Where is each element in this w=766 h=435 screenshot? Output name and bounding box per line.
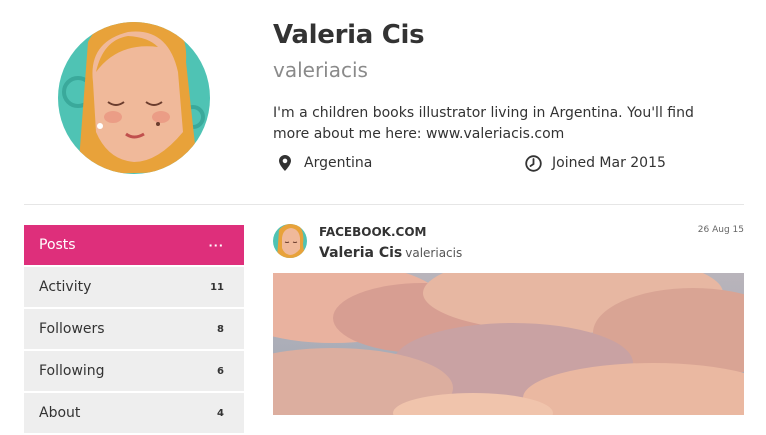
sidebar-item-about[interactable]: About 4 — [24, 393, 244, 433]
sidebar-item-label: Posts — [39, 237, 76, 253]
profile-avatar — [58, 22, 210, 174]
post-image[interactable] — [273, 273, 744, 415]
post-author-name[interactable]: Valeria Cis — [319, 245, 402, 261]
profile-joined: Joined Mar 2015 — [524, 154, 666, 172]
sidebar-item-count: 4 — [217, 407, 224, 419]
sidebar-item-activity[interactable]: Activity 11 — [24, 267, 244, 307]
sidebar-item-label: Activity — [39, 279, 92, 295]
sidebar-item-followers[interactable]: Followers 8 — [24, 309, 244, 349]
post-date: 26 Aug 15 — [697, 225, 744, 235]
post-author-avatar[interactable] — [273, 224, 307, 258]
clock-icon — [524, 154, 542, 172]
location-text: Argentina — [304, 155, 373, 171]
post-source[interactable]: FACEBOOK.COM — [319, 225, 426, 239]
sidebar-item-label: About — [39, 405, 81, 421]
sidebar-item-count: 11 — [210, 281, 224, 293]
sidebar-item-count: 8 — [217, 323, 224, 335]
profile-handle: valeriacis — [273, 58, 368, 82]
profile-bio: I'm a children books illustrator living … — [273, 105, 694, 142]
sidebar-item-count: 6 — [217, 365, 224, 377]
more-options-icon[interactable]: ··· — [208, 239, 224, 252]
sidebar-item-posts[interactable]: Posts ··· — [24, 225, 244, 265]
joined-text: Joined Mar 2015 — [552, 155, 666, 171]
profile-name: Valeria Cis — [273, 20, 425, 50]
location-pin-icon — [276, 154, 294, 172]
post-author-handle: valeriacis — [405, 246, 463, 260]
sidebar-item-label: Following — [39, 363, 105, 379]
sidebar-item-following[interactable]: Following 6 — [24, 351, 244, 391]
sidebar-item-label: Followers — [39, 321, 105, 337]
profile-location: Argentina — [276, 154, 372, 172]
header-divider — [24, 204, 744, 205]
profile-sidebar-nav: Posts ··· Activity 11 Followers 8 Follow… — [24, 225, 244, 435]
post-author[interactable]: Valeria Cis valeriacis — [319, 245, 462, 261]
